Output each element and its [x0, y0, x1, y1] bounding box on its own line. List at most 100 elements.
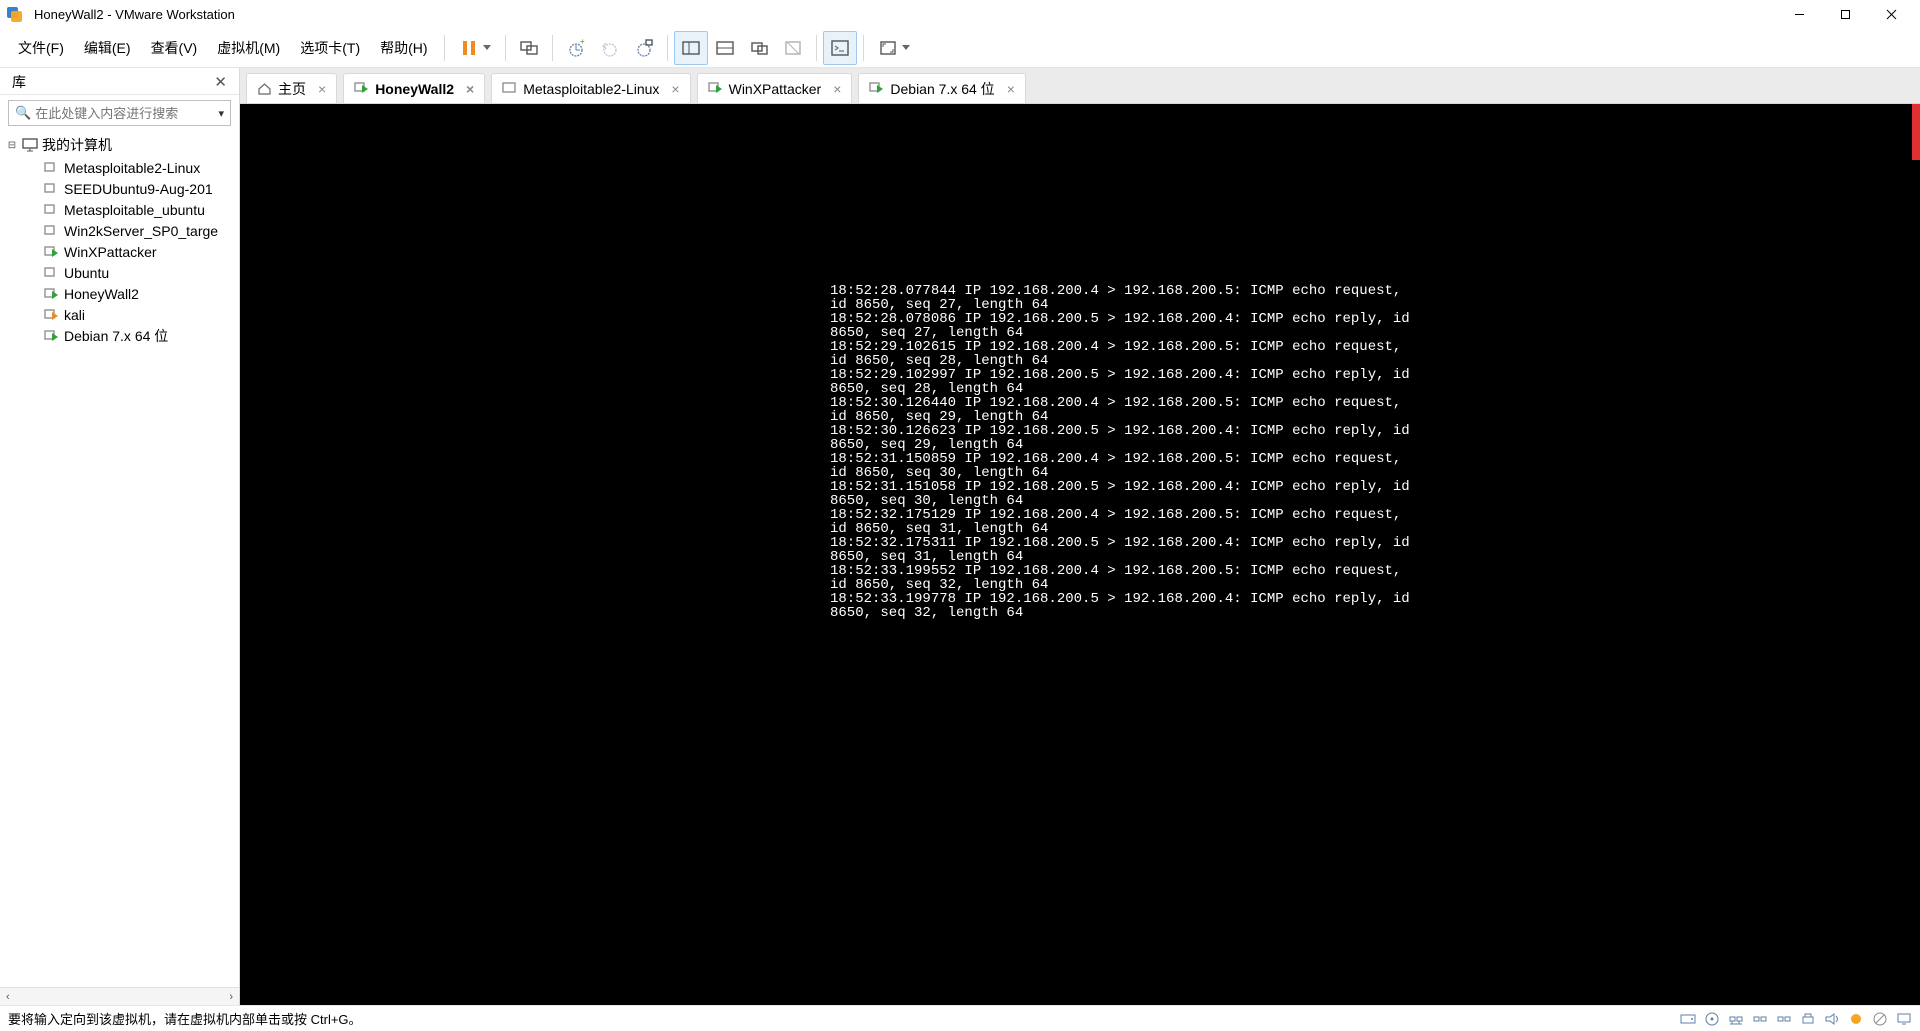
vm-icon	[44, 161, 58, 175]
tab-label: 主页	[278, 79, 306, 99]
network2-icon[interactable]	[1752, 1011, 1768, 1027]
close-button[interactable]	[1868, 0, 1914, 28]
view-single-button[interactable]	[674, 31, 708, 65]
menu-file[interactable]: 文件(F)	[8, 34, 74, 62]
sidebar: 库 ✕ 🔍 ▾ ⊟ 我的计算机 Metasploitable2-Linux SEE…	[0, 68, 240, 1005]
tab[interactable]: 主页 ×	[246, 73, 337, 103]
svg-text:+: +	[580, 38, 585, 46]
view-unity-button[interactable]	[742, 31, 776, 65]
tab[interactable]: HoneyWall2 ×	[343, 73, 485, 103]
network3-icon[interactable]	[1776, 1011, 1792, 1027]
main-area: 库 ✕ 🔍 ▾ ⊟ 我的计算机 Metasploitable2-Linux SEE…	[0, 68, 1920, 1005]
sidebar-item[interactable]: SEEDUbuntu9-Aug-201	[0, 178, 239, 199]
sidebar-item[interactable]: kali	[0, 304, 239, 325]
app-icon	[6, 5, 24, 23]
tab-icon	[354, 81, 369, 96]
menu-tabs[interactable]: 选项卡(T)	[290, 34, 370, 62]
toolbar-separator	[863, 35, 864, 61]
tab-icon	[708, 81, 723, 96]
vm-icon	[44, 329, 58, 343]
sidebar-item[interactable]: HoneyWall2	[0, 283, 239, 304]
show-console-button[interactable]	[823, 31, 857, 65]
library-label: 库	[12, 72, 26, 92]
sidebar-item-label: Win2kServer_SP0_targe	[64, 223, 218, 239]
printer-icon[interactable]	[1800, 1011, 1816, 1027]
console-scrollbar[interactable]	[1912, 104, 1920, 160]
tab-icon	[869, 81, 884, 96]
vmtools-icon[interactable]	[1848, 1011, 1864, 1027]
sidebar-item-label: SEEDUbuntu9-Aug-201	[64, 181, 213, 197]
library-search[interactable]: 🔍 ▾	[8, 100, 231, 126]
sidebar-item-label: Metasploitable_ubuntu	[64, 202, 205, 218]
status-text: 要将输入定向到该虚拟机，请在虚拟机内部单击或按 Ctrl+G。	[8, 1009, 362, 1028]
tab-close-button[interactable]: ×	[833, 81, 841, 97]
toolbar-separator	[667, 35, 668, 61]
snapshot-take-button[interactable]: +	[559, 31, 593, 65]
menu-view[interactable]: 查看(V)	[141, 34, 208, 62]
network-icon[interactable]	[1728, 1011, 1744, 1027]
sidebar-item[interactable]: Debian 7.x 64 位	[0, 325, 239, 346]
tab-label: Debian 7.x 64 位	[890, 79, 994, 99]
sidebar-item-label: Debian 7.x 64 位	[64, 326, 168, 346]
menu-help[interactable]: 帮助(H)	[370, 34, 437, 62]
sidebar-item[interactable]: Ubuntu	[0, 262, 239, 283]
library-close-button[interactable]: ✕	[210, 73, 231, 91]
scroll-left-icon[interactable]: ‹	[2, 991, 14, 1003]
collapse-icon[interactable]: ⊟	[6, 140, 18, 151]
menu-edit[interactable]: 编辑(E)	[74, 34, 141, 62]
sidebar-item[interactable]: Metasploitable_ubuntu	[0, 199, 239, 220]
search-dropdown-icon[interactable]: ▾	[218, 107, 224, 120]
vm-icon	[44, 203, 58, 217]
menu-bar: 文件(F) 编辑(E) 查看(V) 虚拟机(M) 选项卡(T) 帮助(H) +	[0, 28, 1920, 68]
snapshot-manager-button[interactable]	[627, 31, 661, 65]
display-icon[interactable]	[1896, 1011, 1912, 1027]
library-header: 库 ✕	[0, 68, 239, 95]
status-bar: 要将输入定向到该虚拟机，请在虚拟机内部单击或按 Ctrl+G。	[0, 1005, 1920, 1031]
title-bar: HoneyWall2 - VMware Workstation	[0, 0, 1920, 28]
sidebar-item-label: kali	[64, 307, 85, 323]
fullscreen-button[interactable]	[870, 31, 918, 65]
tab[interactable]: Debian 7.x 64 位 ×	[858, 73, 1025, 103]
snapshot-revert-button[interactable]	[593, 31, 627, 65]
tab-close-button[interactable]: ×	[318, 81, 326, 97]
send-keys-button[interactable]	[512, 31, 546, 65]
vm-tree: ⊟ 我的计算机 Metasploitable2-Linux SEEDUbuntu9…	[0, 131, 239, 987]
tree-root[interactable]: ⊟ 我的计算机	[0, 133, 239, 157]
sidebar-item[interactable]: WinXPattacker	[0, 241, 239, 262]
sidebar-item[interactable]: Metasploitable2-Linux	[0, 157, 239, 178]
status-device-icons	[1680, 1011, 1912, 1027]
disk-icon[interactable]	[1680, 1011, 1696, 1027]
view-exclusive-button[interactable]	[776, 31, 810, 65]
tab[interactable]: Metasploitable2-Linux ×	[491, 73, 690, 103]
sound-icon[interactable]	[1824, 1011, 1840, 1027]
sidebar-scrollbar[interactable]: ‹ ›	[0, 987, 239, 1005]
view-console-button[interactable]	[708, 31, 742, 65]
search-input[interactable]	[35, 106, 214, 121]
sidebar-item[interactable]: Win2kServer_SP0_targe	[0, 220, 239, 241]
encryption-icon[interactable]	[1872, 1011, 1888, 1027]
vm-icon	[44, 245, 58, 259]
tab-close-button[interactable]: ×	[1007, 81, 1015, 97]
tab-icon	[502, 81, 517, 96]
tab-label: Metasploitable2-Linux	[523, 81, 659, 97]
vm-icon	[44, 308, 58, 322]
tab-label: HoneyWall2	[375, 81, 454, 97]
tab-close-button[interactable]: ×	[671, 81, 679, 97]
tab[interactable]: WinXPattacker×	[697, 73, 853, 103]
cd-icon[interactable]	[1704, 1011, 1720, 1027]
window-title: HoneyWall2 - VMware Workstation	[34, 7, 1776, 22]
menu-vm[interactable]: 虚拟机(M)	[207, 34, 290, 62]
toolbar-separator	[816, 35, 817, 61]
maximize-button[interactable]	[1822, 0, 1868, 28]
scroll-right-icon[interactable]: ›	[225, 991, 237, 1003]
vm-console[interactable]: 18:52:28.077844 IP 192.168.200.4 > 192.1…	[240, 104, 1920, 1005]
vm-icon	[44, 287, 58, 301]
monitor-icon	[22, 138, 38, 152]
suspend-button[interactable]	[451, 31, 499, 65]
sidebar-item-label: Ubuntu	[64, 265, 109, 281]
sidebar-item-label: Metasploitable2-Linux	[64, 160, 200, 176]
vm-icon	[44, 224, 58, 238]
minimize-button[interactable]	[1776, 0, 1822, 28]
vm-icon	[44, 266, 58, 280]
tab-close-button[interactable]: ×	[466, 81, 474, 97]
